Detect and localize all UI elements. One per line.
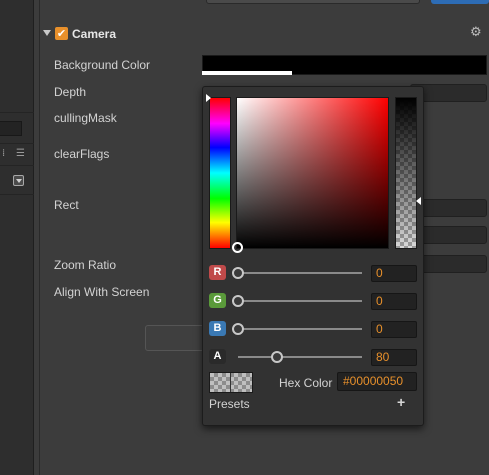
- enabled-checkbox[interactable]: ✔: [55, 27, 68, 40]
- red-slider-knob[interactable]: [232, 267, 244, 279]
- blue-value-input[interactable]: 0: [371, 321, 417, 338]
- saturation-value-area[interactable]: [236, 97, 389, 249]
- dropdown-icon[interactable]: [13, 175, 24, 186]
- left-panel-divider: [0, 194, 34, 195]
- red-value-input[interactable]: 0: [371, 265, 417, 282]
- align-with-screen-label: Align With Screen: [54, 285, 150, 299]
- preset-swatch[interactable]: [209, 372, 253, 393]
- left-panel-divider: [0, 112, 34, 113]
- hue-marker-icon[interactable]: [206, 94, 211, 102]
- green-slider-knob[interactable]: [232, 295, 244, 307]
- background-color-alpha-bar: [202, 71, 292, 75]
- component-title: Camera: [72, 27, 117, 41]
- alpha-slider-knob[interactable]: [271, 351, 283, 363]
- alpha-value-input[interactable]: 80: [371, 349, 417, 366]
- presets-label: Presets: [209, 397, 250, 411]
- blue-slider-track[interactable]: [238, 328, 362, 330]
- left-panel-divider: [0, 143, 34, 144]
- culling-mask-label: cullingMask: [54, 111, 117, 125]
- panel-divider: [39, 0, 40, 475]
- zoom-ratio-label: Zoom Ratio: [54, 258, 117, 272]
- alpha-marker-icon[interactable]: [416, 197, 421, 205]
- menu-icon[interactable]: ☰: [16, 148, 25, 159]
- depth-label: Depth: [54, 85, 87, 99]
- top-field[interactable]: [206, 0, 420, 4]
- alpha-slider[interactable]: [395, 97, 417, 249]
- left-panel-divider: [0, 165, 34, 166]
- grip-icon: ⁞: [2, 148, 6, 159]
- blue-slider-knob[interactable]: [232, 323, 244, 335]
- gear-icon[interactable]: ⚙: [470, 25, 482, 40]
- hue-slider[interactable]: [209, 97, 231, 249]
- fold-arrow-icon[interactable]: [43, 30, 51, 36]
- alpha-channel-badge: A: [209, 349, 226, 364]
- color-picker-popup: R 0 G 0 B 0 A 80 Hex Color #00000050 Pre…: [202, 86, 424, 426]
- hex-color-input[interactable]: #00000050: [337, 372, 417, 391]
- rect-label: Rect: [54, 198, 79, 212]
- add-preset-button[interactable]: +: [397, 394, 405, 410]
- green-value-input[interactable]: 0: [371, 293, 417, 310]
- green-channel-badge: G: [209, 293, 226, 308]
- left-panel-field[interactable]: [0, 121, 22, 136]
- green-slider-track[interactable]: [238, 300, 362, 302]
- left-panel: ⁞ ☰: [0, 0, 34, 475]
- background-color-label: Background Color: [54, 58, 151, 72]
- red-channel-badge: R: [209, 265, 226, 280]
- clear-flags-label: clearFlags: [54, 147, 110, 161]
- blue-channel-badge: B: [209, 321, 226, 336]
- color-cursor-icon[interactable]: [232, 242, 243, 253]
- camera-component-header[interactable]: ✔ Camera ⚙: [40, 24, 489, 46]
- alpha-slider-track[interactable]: [238, 356, 362, 358]
- top-button[interactable]: [431, 0, 489, 4]
- red-slider-track[interactable]: [238, 272, 362, 274]
- hex-color-label: Hex Color: [279, 376, 333, 390]
